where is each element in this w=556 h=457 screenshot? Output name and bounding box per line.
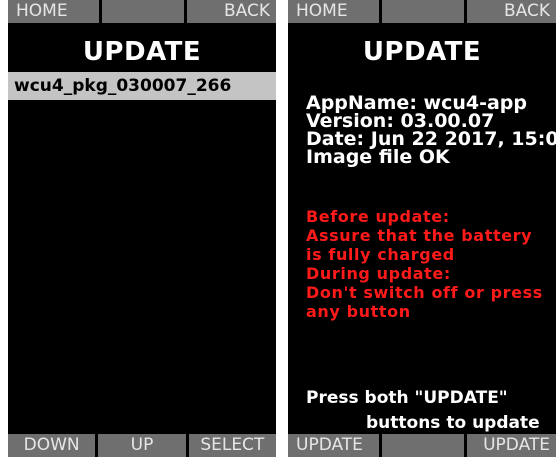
blank-softkey[interactable] [381,434,465,457]
blank-softkey[interactable] [101,0,185,23]
top-softkey-bar: HOME BACK [288,0,556,23]
update-softkey-right[interactable]: UPDATE [467,434,556,457]
instruction-line-2: buttons to update [366,413,540,433]
up-softkey[interactable]: UP [98,434,186,457]
warning-line: During update: [306,264,451,283]
page-title: UPDATE [82,37,202,67]
image-status-text: Image file OK [306,146,450,168]
instruction-line-1: Press both "UPDATE" [306,388,508,408]
down-softkey[interactable]: DOWN [8,434,96,457]
warning-line: any button [306,302,411,321]
blank-softkey[interactable] [381,0,465,23]
home-softkey[interactable]: HOME [8,0,99,23]
page-title: UPDATE [362,37,482,67]
left-device-screen: HOME BACK UPDATE wcu4_pkg_030007_266 DOW… [8,0,276,457]
update-softkey-left[interactable]: UPDATE [288,434,379,457]
update-warning: Before update: Assure that the battery i… [306,207,556,321]
back-softkey[interactable]: BACK [467,0,556,23]
bottom-softkey-bar: UPDATE UPDATE [288,434,556,457]
update-instruction: Press both "UPDATE" buttons to update [306,386,554,436]
top-softkey-bar: HOME BACK [8,0,276,23]
warning-line: Before update: [306,207,450,226]
home-softkey[interactable]: HOME [288,0,379,23]
package-list: wcu4_pkg_030007_266 [8,72,276,100]
back-softkey[interactable]: BACK [187,0,276,23]
warning-line: is fully charged [306,245,455,264]
warning-line: Don't switch off or press [306,283,543,302]
bottom-softkey-bar: DOWN UP SELECT [8,434,276,457]
list-item-selected[interactable]: wcu4_pkg_030007_266 [8,72,276,100]
package-info: AppName: wcu4-app Version: 03.00.07 Date… [306,94,556,168]
select-softkey[interactable]: SELECT [188,434,276,457]
warning-line: Assure that the battery [306,226,533,245]
right-device-screen: HOME BACK UPDATE AppName: wcu4-app Versi… [288,0,556,457]
